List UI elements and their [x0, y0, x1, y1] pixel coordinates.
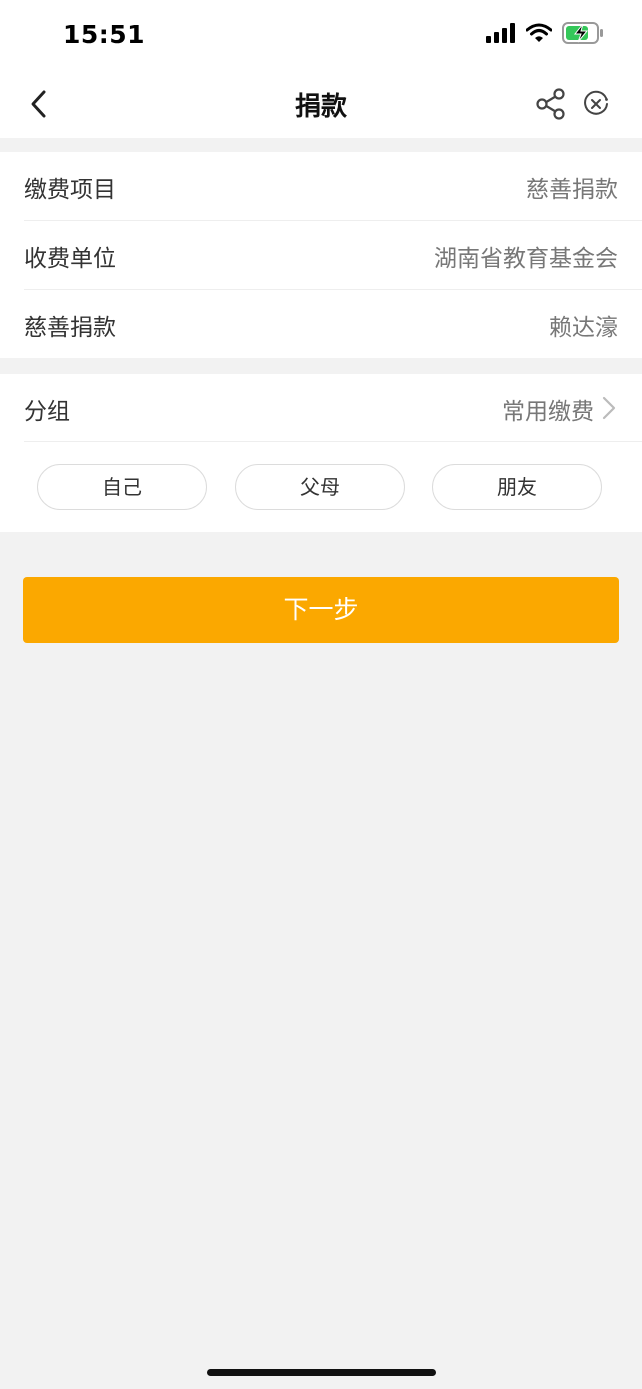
group-selector[interactable]: 分组 常用缴费: [24, 374, 642, 442]
chip-parents[interactable]: 父母: [235, 464, 405, 510]
next-button[interactable]: 下一步: [23, 577, 619, 643]
group-card: 分组 常用缴费 自己 父母 朋友: [0, 374, 642, 532]
info-label: 慈善捐款: [24, 315, 116, 341]
info-row-item: 缴费项目 慈善捐款: [24, 152, 642, 221]
info-value: 慈善捐款: [526, 177, 618, 203]
share-icon: [536, 88, 565, 120]
status-bar: 15:51: [0, 0, 642, 70]
info-label: 缴费项目: [24, 177, 116, 203]
chip-self[interactable]: 自己: [37, 464, 207, 510]
close-button[interactable]: [582, 90, 610, 118]
close-circle-icon: [584, 90, 608, 115]
home-indicator[interactable]: [207, 1369, 436, 1376]
info-row-donation: 慈善捐款 赖达濠: [24, 290, 642, 358]
wifi-icon: [525, 23, 553, 47]
share-button[interactable]: [535, 88, 567, 120]
status-time: 15:51: [63, 20, 146, 49]
nav-bar: 捐款: [0, 70, 642, 138]
group-value: 常用缴费: [502, 399, 594, 425]
info-value: 赖达濠: [549, 315, 618, 341]
group-label: 分组: [24, 399, 70, 425]
chevron-right-icon: [602, 396, 616, 420]
info-value: 湖南省教育基金会: [434, 246, 618, 272]
status-icons: [486, 22, 604, 48]
chip-friends[interactable]: 朋友: [432, 464, 602, 510]
battery-charging-icon: [562, 22, 604, 48]
info-row-payee: 收费单位 湖南省教育基金会: [24, 221, 642, 290]
info-label: 收费单位: [24, 246, 116, 272]
payment-info-card: 缴费项目 慈善捐款 收费单位 湖南省教育基金会 慈善捐款 赖达濠: [0, 152, 642, 358]
signal-icon: [486, 23, 516, 47]
